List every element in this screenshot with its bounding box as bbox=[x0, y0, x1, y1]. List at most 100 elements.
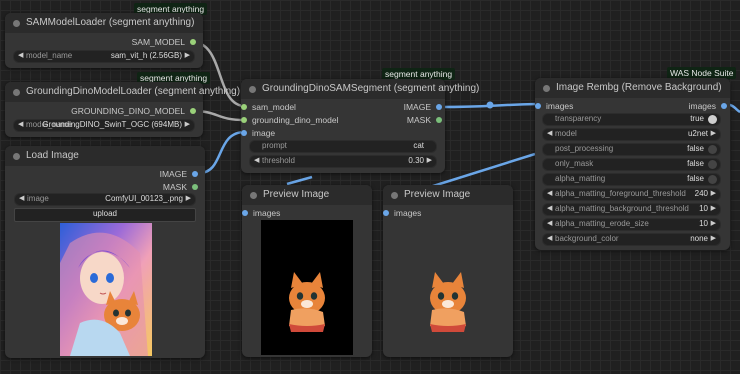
anime-cat-illustration bbox=[60, 223, 152, 356]
input-pin-icon[interactable] bbox=[383, 210, 389, 216]
input-pin-icon[interactable] bbox=[241, 130, 247, 136]
widget-value: u2net bbox=[687, 129, 708, 138]
arrow-left-icon[interactable]: ◀ bbox=[18, 120, 23, 128]
output-slot-grounding-dino-model[interactable]: GROUNDING_DINO_MODEL bbox=[71, 106, 196, 116]
node-header[interactable]: GroundingDinoSAMSegment (segment anythin… bbox=[241, 79, 479, 99]
widget-value: cat bbox=[413, 141, 424, 150]
arrow-right-icon[interactable]: ▶ bbox=[427, 156, 432, 164]
input-slot-images[interactable]: images bbox=[242, 208, 280, 218]
collapse-dot-icon[interactable] bbox=[13, 89, 20, 96]
widget-value: true bbox=[690, 114, 704, 123]
combo-model-name[interactable]: ◀ model_name GroundingDINO_SwinT_OGC (69… bbox=[13, 119, 195, 132]
segmented-image-preview bbox=[261, 220, 353, 355]
text-prompt[interactable]: prompt cat bbox=[249, 140, 437, 153]
input-slot-images[interactable]: images bbox=[383, 208, 421, 218]
node-groundingdino-sam-segment[interactable]: GroundingDinoSAMSegment (segment anythin… bbox=[241, 79, 479, 173]
widget-label: post_processing bbox=[555, 144, 614, 153]
widget-value: none bbox=[690, 234, 708, 243]
collapse-dot-icon[interactable] bbox=[249, 86, 256, 93]
toggle-off-icon[interactable] bbox=[708, 160, 717, 169]
input-pin-icon[interactable] bbox=[242, 210, 248, 216]
node-groundingdino-model-loader[interactable]: GroundingDinoModelLoader (segment anythi… bbox=[5, 82, 240, 137]
arrow-right-icon[interactable]: ▶ bbox=[711, 234, 716, 242]
collapse-dot-icon[interactable] bbox=[250, 192, 257, 199]
combo-background-color[interactable]: ◀ background_color none ▶ bbox=[542, 233, 721, 246]
output-slot-mask[interactable]: MASK bbox=[407, 115, 442, 125]
number-alpha-matting-foreground-threshold[interactable]: ◀ alpha_matting_foreground_threshold 240… bbox=[542, 188, 721, 201]
output-pin-icon[interactable] bbox=[436, 117, 442, 123]
output-slot-image[interactable]: IMAGE bbox=[160, 169, 198, 179]
collapse-dot-icon[interactable] bbox=[13, 20, 20, 27]
arrow-left-icon[interactable]: ◀ bbox=[547, 129, 552, 137]
node-preview-image-2[interactable]: Preview Image images bbox=[383, 185, 513, 357]
combo-model[interactable]: ◀ model u2net ▶ bbox=[542, 128, 721, 141]
node-header[interactable]: Preview Image bbox=[383, 185, 513, 205]
input-pin-icon[interactable] bbox=[535, 103, 541, 109]
combo-model-name[interactable]: ◀ model_name sam_vit_h (2.56GB) ▶ bbox=[13, 50, 195, 63]
node-preview-image-1[interactable]: Preview Image images bbox=[242, 185, 372, 357]
output-pin-icon[interactable] bbox=[721, 103, 727, 109]
node-header[interactable]: Load Image bbox=[5, 146, 205, 166]
output-pin-icon[interactable] bbox=[190, 39, 196, 45]
slot-label: sam_model bbox=[252, 102, 296, 112]
output-pin-icon[interactable] bbox=[192, 184, 198, 190]
arrow-left-icon[interactable]: ◀ bbox=[19, 194, 24, 202]
collapse-dot-icon[interactable] bbox=[543, 85, 550, 92]
input-slot-images[interactable]: images bbox=[535, 101, 573, 111]
collapse-dot-icon[interactable] bbox=[391, 192, 398, 199]
toggle-only-mask[interactable]: only_mask false bbox=[542, 158, 721, 171]
number-threshold[interactable]: ◀ threshold 0.30 ▶ bbox=[249, 155, 437, 168]
node-image-rembg[interactable]: Image Rembg (Remove Background) images i… bbox=[535, 78, 730, 250]
number-alpha-matting-background-threshold[interactable]: ◀ alpha_matting_background_threshold 10 … bbox=[542, 203, 721, 216]
widget-value: GroundingDINO_SwinT_OGC (694MB) bbox=[42, 120, 182, 129]
output-pin-icon[interactable] bbox=[190, 108, 196, 114]
toggle-on-icon[interactable] bbox=[708, 115, 717, 124]
toggle-off-icon[interactable] bbox=[708, 145, 717, 154]
widget-label: model bbox=[555, 129, 577, 138]
node-header[interactable]: Image Rembg (Remove Background) bbox=[535, 78, 730, 98]
node-title: GroundingDinoSAMSegment (segment anythin… bbox=[262, 83, 480, 94]
output-slot-sam-model[interactable]: SAM_MODEL bbox=[132, 37, 196, 47]
toggle-post-processing[interactable]: post_processing false bbox=[542, 143, 721, 156]
node-header[interactable]: GroundingDinoModelLoader (segment anythi… bbox=[5, 82, 240, 102]
output-slot-image[interactable]: IMAGE bbox=[404, 102, 442, 112]
arrow-right-icon[interactable]: ▶ bbox=[711, 219, 716, 227]
arrow-left-icon[interactable]: ◀ bbox=[547, 189, 552, 197]
node-header[interactable]: SAMModelLoader (segment anything) bbox=[5, 13, 203, 33]
input-slot-image[interactable]: image bbox=[241, 128, 275, 138]
arrow-right-icon[interactable]: ▶ bbox=[711, 189, 716, 197]
input-pin-icon[interactable] bbox=[241, 117, 247, 123]
arrow-left-icon[interactable]: ◀ bbox=[254, 156, 259, 164]
arrow-left-icon[interactable]: ◀ bbox=[547, 219, 552, 227]
arrow-left-icon[interactable]: ◀ bbox=[547, 234, 552, 242]
arrow-left-icon[interactable]: ◀ bbox=[547, 204, 552, 212]
toggle-transparency[interactable]: transparency true bbox=[542, 113, 721, 126]
widget-value: 10 bbox=[699, 204, 708, 213]
input-pin-icon[interactable] bbox=[241, 104, 247, 110]
input-slot-sam-model[interactable]: sam_model bbox=[241, 102, 296, 112]
output-slot-mask[interactable]: MASK bbox=[163, 182, 198, 192]
upload-button[interactable]: upload bbox=[14, 208, 196, 222]
output-pin-icon[interactable] bbox=[192, 171, 198, 177]
output-slot-images[interactable]: images bbox=[688, 101, 727, 111]
arrow-right-icon[interactable]: ▶ bbox=[185, 51, 190, 59]
combo-image[interactable]: ◀ image ComfyUI_00123_.png ▶ bbox=[14, 193, 196, 206]
widget-label: alpha_matting_erode_size bbox=[555, 219, 649, 228]
collapse-dot-icon[interactable] bbox=[13, 153, 20, 160]
output-pin-icon[interactable] bbox=[436, 104, 442, 110]
input-slot-grounding-dino-model[interactable]: grounding_dino_model bbox=[241, 115, 339, 125]
toggle-alpha-matting[interactable]: alpha_matting false bbox=[542, 173, 721, 186]
arrow-right-icon[interactable]: ▶ bbox=[711, 129, 716, 137]
arrow-right-icon[interactable]: ▶ bbox=[186, 194, 191, 202]
slot-label: images bbox=[688, 101, 716, 111]
widget-label: model_name bbox=[26, 51, 73, 60]
arrow-right-icon[interactable]: ▶ bbox=[185, 120, 190, 128]
toggle-off-icon[interactable] bbox=[708, 175, 717, 184]
node-load-image[interactable]: Load Image IMAGE MASK ◀ image ComfyUI_00… bbox=[5, 146, 205, 358]
arrow-left-icon[interactable]: ◀ bbox=[18, 51, 23, 59]
arrow-right-icon[interactable]: ▶ bbox=[711, 204, 716, 212]
node-header[interactable]: Preview Image bbox=[242, 185, 372, 205]
widget-value: 10 bbox=[699, 219, 708, 228]
node-sam-model-loader[interactable]: SAMModelLoader (segment anything) SAM_MO… bbox=[5, 13, 203, 68]
number-alpha-matting-erode-size[interactable]: ◀ alpha_matting_erode_size 10 ▶ bbox=[542, 218, 721, 231]
